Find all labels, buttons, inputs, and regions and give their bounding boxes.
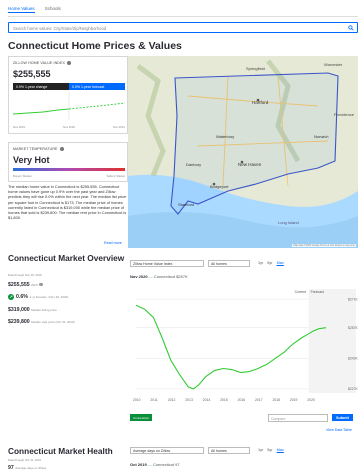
map-label: Hartford — [252, 100, 269, 105]
search-input[interactable]: Search home values: City/State/Zip/Neigh… — [8, 22, 358, 33]
zhvi-card: ZILLOW HOME VALUE INDEX $255,555 0.9% 1-… — [8, 56, 128, 134]
page-title: Connecticut Home Prices & Values — [8, 40, 182, 52]
map-label: Worcester — [324, 62, 343, 67]
x-tick-label: 2016 — [238, 398, 246, 402]
range-1yr[interactable]: 1yr — [258, 261, 263, 265]
range-max[interactable]: Max — [277, 448, 284, 452]
market-temperature-card: MARKET TEMPERATURE Very Hot Buyers' Mark… — [8, 142, 128, 182]
zhvi-value: $255,555 — [13, 69, 51, 79]
range-1yr[interactable]: 1yr — [258, 448, 263, 452]
market-temp-value: Very Hot — [13, 155, 50, 165]
health-chart-date: Oct 2019 — [130, 462, 147, 467]
health-metric-select[interactable]: Average days on Zillow — [130, 447, 204, 454]
health-range-links: 1yr 5yr Max — [258, 448, 284, 452]
overview-sale-price: $239,800 Median sale price (Oct 31, 2019… — [8, 319, 75, 325]
x-tick-label: 2019 — [290, 398, 298, 402]
read-more-link[interactable]: Read more — [104, 241, 122, 245]
view-data-table-link[interactable]: View Data Table — [326, 428, 352, 432]
info-icon[interactable] — [67, 61, 72, 66]
buyers-market-label: Buyers' Market — [13, 174, 32, 178]
forecast-region — [308, 289, 356, 393]
health-chart-header: Oct 2019 — Connecticut 97 — [130, 462, 180, 467]
range-max[interactable]: Max — [277, 261, 284, 265]
range-links: 1yr 5yr Max — [258, 261, 284, 265]
map-label: Springfield — [246, 66, 265, 71]
zhvi-sparkline-axis: Nov 2019 Nov 2020 Nov 2021 — [13, 125, 125, 129]
health-chart-series: Connecticut 97 — [152, 462, 180, 467]
map-label: Long Island — [278, 220, 299, 225]
tab-home-values[interactable]: Home Values — [8, 3, 35, 13]
info-icon[interactable] — [59, 147, 64, 152]
zhvi-label: ZILLOW HOME VALUE INDEX — [13, 61, 72, 66]
tab-schools[interactable]: Schools — [45, 3, 61, 17]
spark-x-label: Nov 2019 — [13, 125, 25, 129]
chart-header: Nov 2020 — Connecticut $257K — [130, 274, 188, 279]
search-placeholder: Search home values: City/State/Zip/Neigh… — [13, 26, 107, 31]
zhvi-change-forecast: 0.0% 1-year forecast — [69, 83, 125, 90]
zhvi-change-bar: 0.9% 1-year change 0.0% 1-year forecast — [13, 83, 125, 90]
range-5yr[interactable]: 5yr — [267, 261, 272, 265]
map-label: Norwich — [314, 134, 328, 139]
health-stat: 97 Average days on Zillow — [8, 465, 47, 471]
x-tick-label: 2013 — [185, 398, 193, 402]
temperature-gauge — [13, 168, 125, 171]
spark-x-label: Nov 2021 — [113, 125, 125, 129]
x-tick-label: 2012 — [168, 398, 176, 402]
info-icon[interactable] — [39, 282, 43, 287]
map-label: Waterbury — [216, 134, 234, 139]
forecast-label: Forecast — [311, 290, 324, 294]
market-temp-label: MARKET TEMPERATURE — [13, 147, 64, 152]
current-label: Current — [295, 290, 306, 294]
search-icon[interactable] — [348, 25, 354, 31]
map-label: Bridgeport — [210, 184, 229, 189]
compare-input[interactable]: Compare — [268, 414, 328, 422]
x-tick-label: 2020 — [307, 398, 315, 402]
y-tick-label: $257K — [348, 326, 358, 330]
y-tick-label: $242K — [348, 356, 358, 360]
zhvi-sparkline — [13, 92, 125, 120]
overview-date: Data through Nov 30, 2019 — [8, 273, 42, 277]
x-tick-label: 2010 — [133, 398, 141, 402]
submit-button[interactable]: Submit — [332, 414, 353, 422]
y-tick-label: $227K — [348, 387, 358, 391]
map-canvas: Springfield Hartford New Haven Waterbury… — [128, 56, 358, 248]
health-date: Data through Oct 31, 2019 — [8, 458, 41, 462]
range-5yr[interactable]: 5yr — [267, 448, 272, 452]
y-tick-label: $271K — [348, 297, 358, 301]
overview-zhvi: $255,555 ZHVI — [8, 282, 43, 288]
tab-divider — [8, 16, 358, 17]
x-tick-label: 2015 — [220, 398, 228, 402]
x-axis: 2010 2011 2012 2013 2014 2015 2016 2017 2018 2019… — [133, 398, 315, 402]
zhvi-change-past: 0.9% 1-year change — [13, 83, 69, 90]
map-label: Providence — [334, 112, 355, 117]
overview-forecast: ↗ 0.6% 1-yr forecast (Nov 30, 2020) — [8, 294, 69, 300]
temperature-gauge-labels: Buyers' Market Sellers' Market — [13, 174, 125, 178]
metric-select[interactable]: Zillow Home Value Index — [130, 260, 204, 267]
forecast-up-icon: ↗ — [8, 294, 14, 300]
sellers-market-label: Sellers' Market — [106, 174, 125, 178]
x-tick-label: 2011 — [150, 398, 157, 402]
overview-list-price: $319,000 Median listing price — [8, 307, 57, 313]
x-tick-label: 2014 — [203, 398, 211, 402]
home-type-select[interactable]: All homes — [208, 260, 250, 267]
x-tick-label: 2018 — [272, 398, 280, 402]
market-overview-title: Connecticut Market Overview — [8, 253, 125, 263]
state-map[interactable]: Springfield Hartford New Haven Waterbury… — [128, 56, 358, 248]
health-home-type-select[interactable]: All homes — [208, 447, 250, 454]
x-tick-label: 2017 — [255, 398, 263, 402]
map-attribution: Map data ©2020 Google Terms of Use Repor… — [292, 244, 356, 247]
zhvi-line-chart[interactable]: Current Forecast 2010 2011 2012 2013 2014 201… — [130, 285, 358, 408]
chart-date: Nov 2020 — [130, 274, 148, 279]
legend-connecticut[interactable]: Connecticut — [130, 414, 152, 421]
spark-x-label: Nov 2020 — [63, 125, 75, 129]
chart-series-label: Connecticut $257K — [153, 274, 188, 279]
market-health-title: Connecticut Market Health — [8, 446, 113, 456]
map-label: Danbury — [186, 162, 201, 167]
market-summary-text: The median home value in Connecticut is … — [8, 184, 127, 221]
map-label: Stamford — [178, 202, 194, 207]
series-line-connecticut — [135, 304, 327, 390]
tab-bar: Home Values Schools — [8, 3, 61, 17]
